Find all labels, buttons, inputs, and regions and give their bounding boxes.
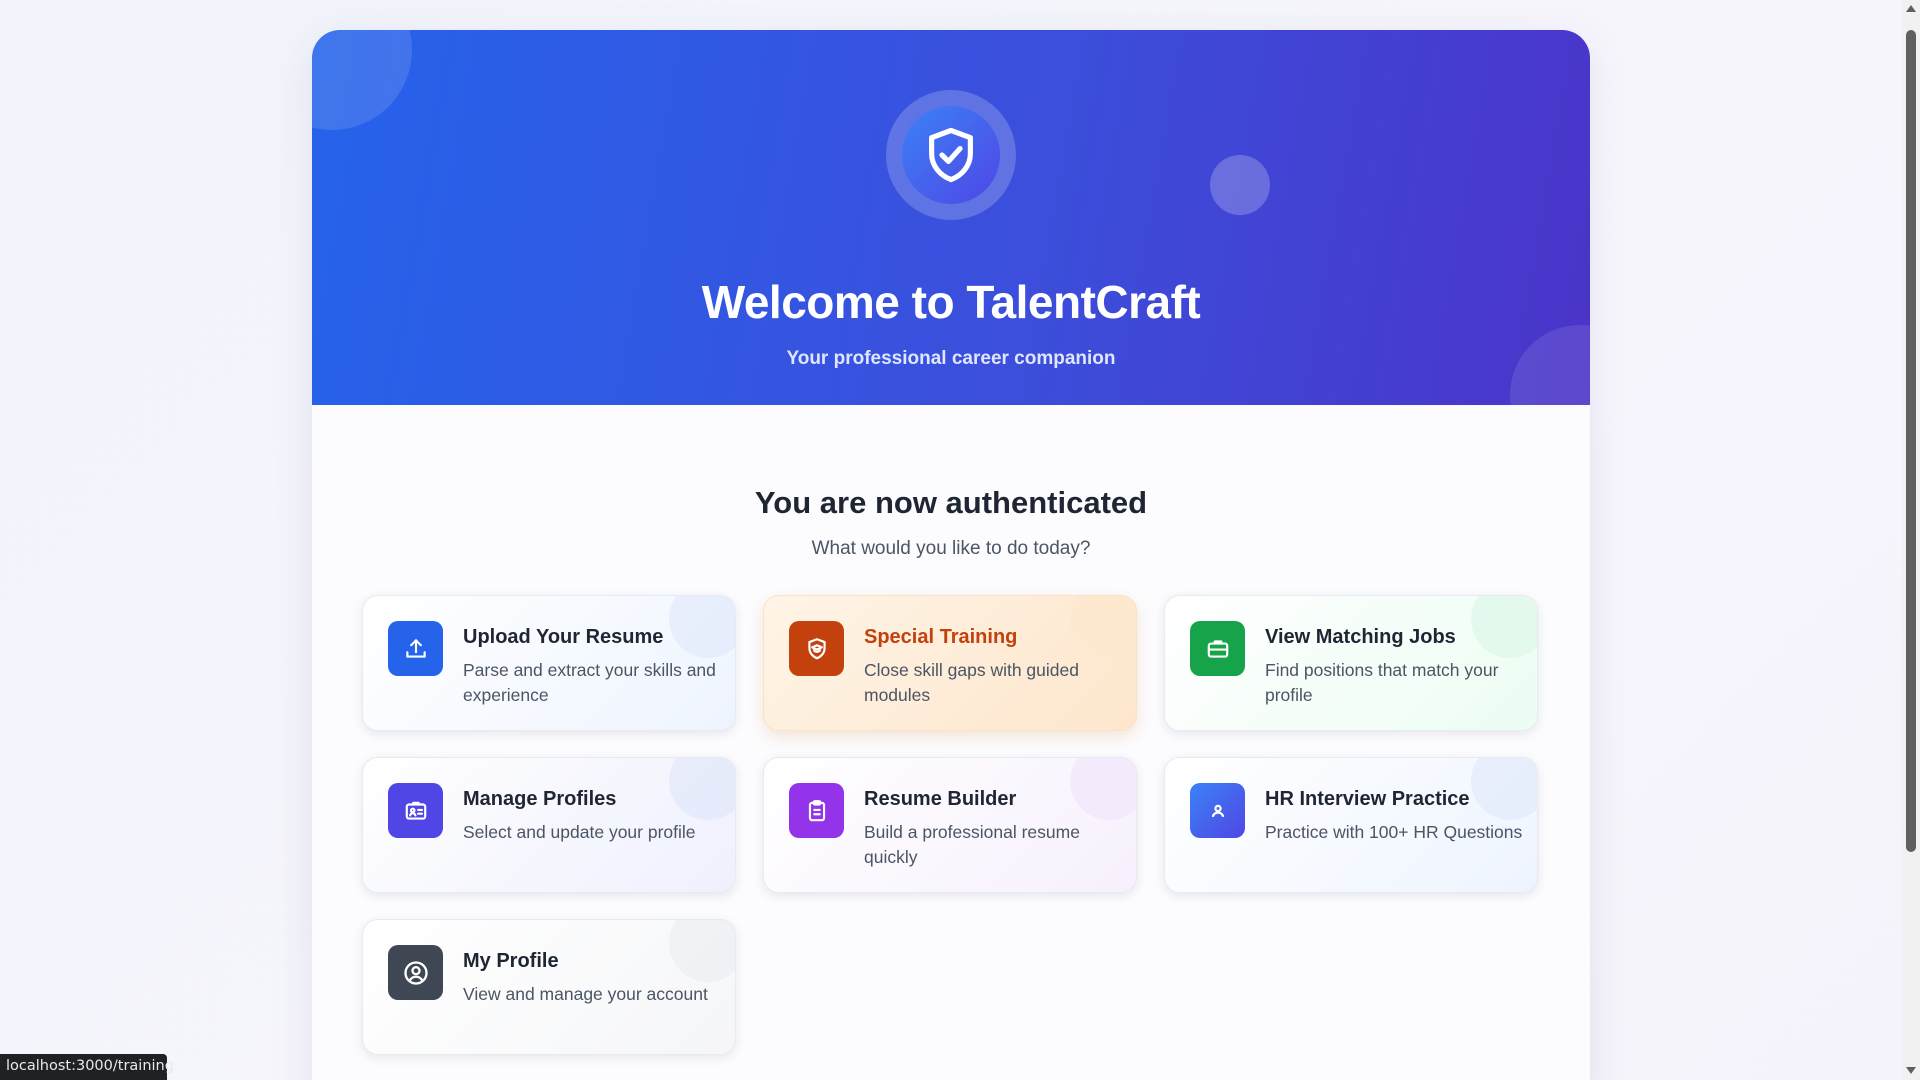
graduation-shield-icon: [789, 621, 844, 676]
vertical-scrollbar[interactable]: [1902, 0, 1920, 1080]
card-description: Find positions that match your profile: [1265, 660, 1499, 705]
hr-interview-card[interactable]: HR Interview Practice Practice with 100+…: [1164, 757, 1538, 893]
manage-profiles-card[interactable]: Manage Profiles Select and update your p…: [362, 757, 736, 893]
link-status-bar: localhost:3000/training: [0, 1054, 174, 1080]
logo-badge: [886, 90, 1016, 220]
card-decoration: [669, 920, 735, 982]
matching-jobs-card[interactable]: View Matching Jobs Find positions that m…: [1164, 595, 1538, 731]
card-title: Special Training: [864, 626, 1018, 648]
decorative-bubble: [312, 30, 412, 130]
card-decoration: [669, 596, 735, 658]
card-title: Resume Builder: [864, 788, 1017, 810]
user-icon: [1190, 783, 1245, 838]
card-description: View and manage your account: [463, 984, 708, 1004]
decorative-bubble: [1210, 155, 1270, 215]
card-decoration: [669, 758, 735, 820]
user-circle-icon: [388, 945, 443, 1000]
card-description: Select and update your profile: [463, 822, 696, 842]
scroll-up-arrow-icon[interactable]: [1906, 5, 1916, 12]
scroll-down-arrow-icon[interactable]: [1906, 1067, 1916, 1074]
hero-banner: Welcome to TalentCraft Your professional…: [312, 30, 1590, 405]
card-title: Manage Profiles: [463, 788, 617, 810]
card-decoration: [1070, 758, 1136, 820]
card-description: Practice with 100+ HR Questions: [1265, 822, 1523, 842]
hero-title: Welcome to TalentCraft: [701, 276, 1201, 328]
card-decoration: [1471, 758, 1537, 820]
card-description: Build a professional resume quickly: [864, 822, 1080, 867]
special-training-card[interactable]: Special Training Close skill gaps with g…: [763, 595, 1137, 731]
briefcase-icon: [1190, 621, 1245, 676]
hero-subtitle: Your professional career companion: [786, 348, 1116, 369]
card-title: HR Interview Practice: [1265, 788, 1470, 810]
card-description: Close skill gaps with guided modules: [864, 660, 1079, 705]
card-title: View Matching Jobs: [1265, 626, 1456, 648]
auth-subtitle: What would you like to do today?: [811, 538, 1091, 559]
resume-builder-card[interactable]: Resume Builder Build a professional resu…: [763, 757, 1137, 893]
auth-title: You are now authenticated: [754, 485, 1148, 520]
card-decoration: [1471, 596, 1537, 658]
upload-resume-card[interactable]: Upload Your Resume Parse and extract you…: [362, 595, 736, 731]
card-description: Parse and extract your skills and experi…: [463, 660, 716, 705]
upload-icon: [388, 621, 443, 676]
shield-check-icon: [902, 106, 1000, 204]
id-card-icon: [388, 783, 443, 838]
welcome-panel: Welcome to TalentCraft Your professional…: [312, 30, 1590, 1080]
my-profile-card[interactable]: My Profile View and manage your account: [362, 919, 736, 1055]
card-title: Upload Your Resume: [463, 626, 664, 648]
scroll-thumb[interactable]: [1906, 30, 1916, 852]
clipboard-icon: [789, 783, 844, 838]
card-title: My Profile: [463, 950, 559, 972]
card-decoration: [1070, 596, 1136, 658]
